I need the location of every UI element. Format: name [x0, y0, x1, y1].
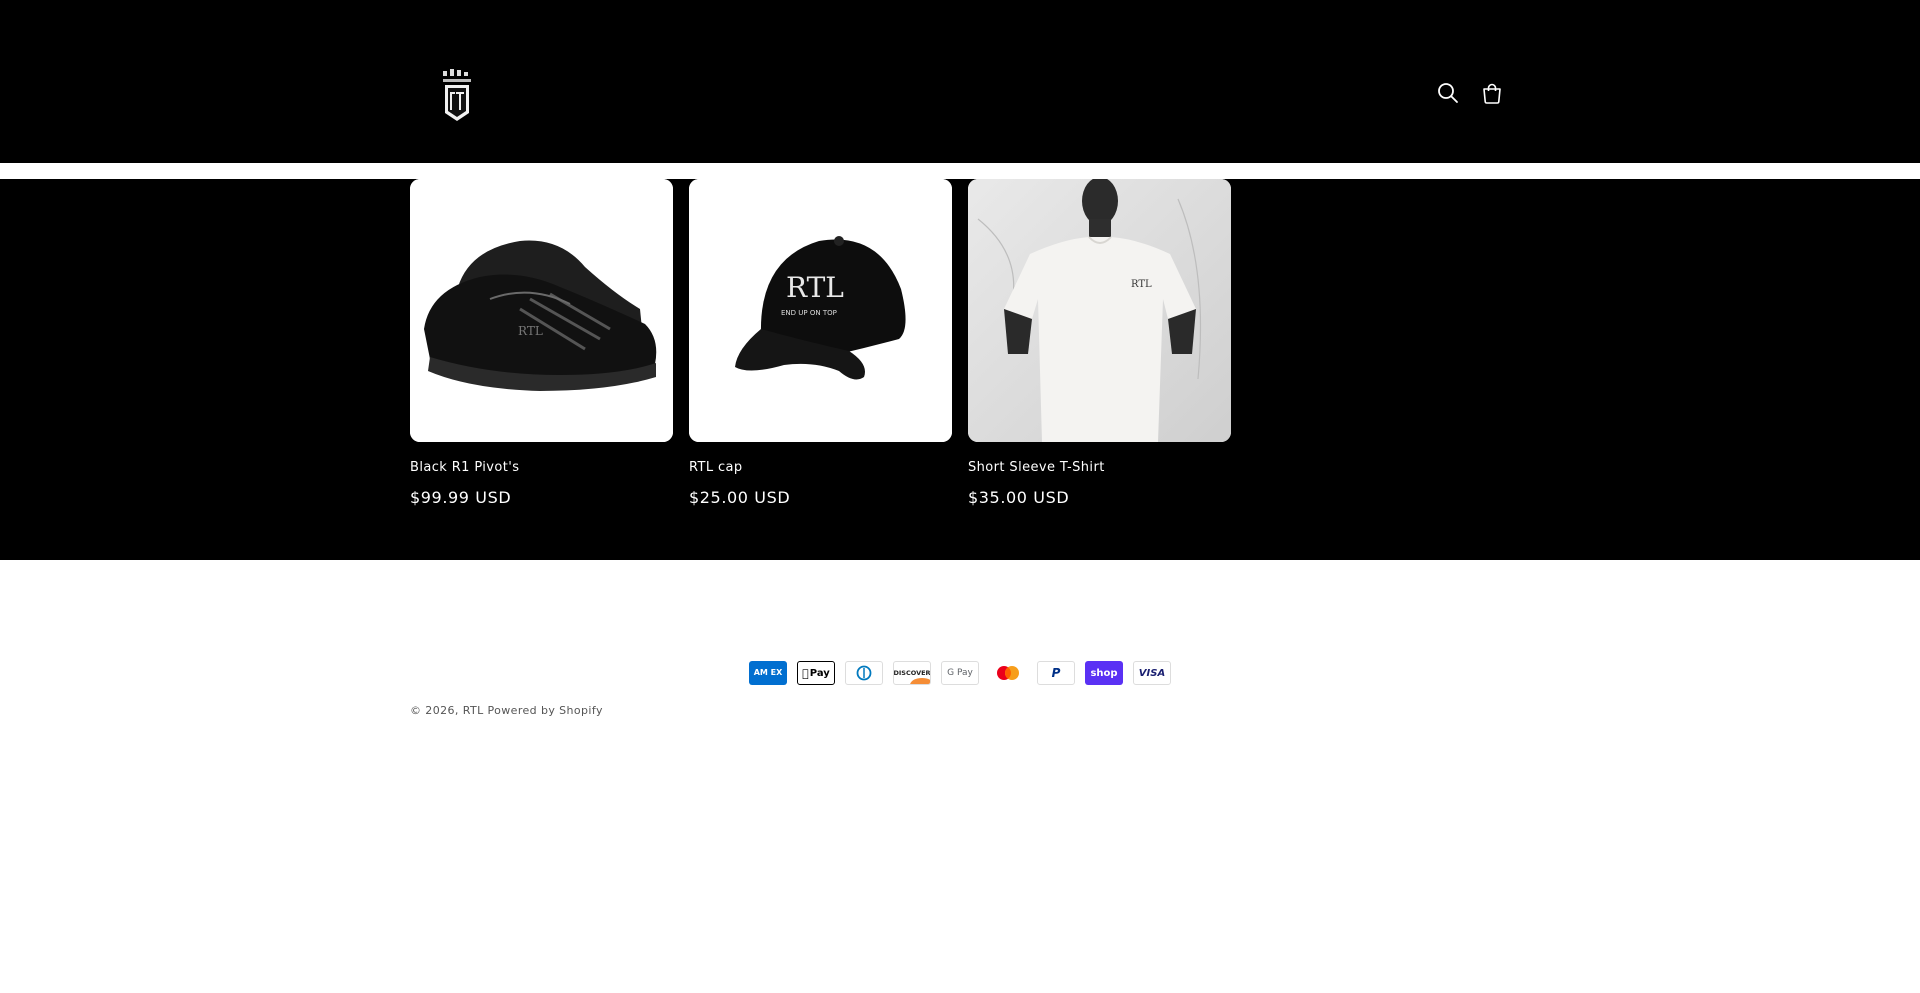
cart-icon: [1483, 83, 1501, 104]
paypal-icon: P: [1037, 661, 1075, 685]
svg-text:RTL: RTL: [1131, 279, 1152, 290]
product-title[interactable]: Short Sleeve T-Shirt: [968, 460, 1231, 476]
store-name-link[interactable]: RTL: [463, 704, 484, 717]
copyright: © 2026, RTL Powered by Shopify: [410, 704, 603, 718]
apple-pay-label: Pay: [806, 667, 830, 679]
paypal-label: P: [1051, 666, 1061, 680]
powered-by-shopify-link[interactable]: Powered by Shopify: [488, 704, 603, 717]
diners-club-logo: [856, 665, 872, 681]
product-price: $99.99 USD: [410, 488, 512, 507]
search-button[interactable]: [1435, 80, 1461, 106]
product-title[interactable]: RTL cap: [689, 460, 952, 476]
cap-image: RTL END UP ON TOP: [689, 179, 952, 442]
cart-button[interactable]: [1479, 80, 1505, 106]
amex-label: AM EX: [753, 668, 783, 677]
mastercard-icon: [989, 661, 1027, 685]
discover-label: DISCOVER: [893, 669, 931, 677]
product-grid: RTL Black R1 Pivot's $99.99 USD RTL END …: [0, 179, 1920, 560]
product-title[interactable]: Black R1 Pivot's: [410, 460, 673, 476]
shop-pay-label: shop: [1090, 667, 1118, 679]
tshirt-image: RTL: [968, 179, 1231, 442]
rtl-crest-logo: [443, 69, 471, 121]
payment-methods: AM EX Pay DISCOVER G Pay P: [749, 661, 1171, 685]
site-footer: AM EX Pay DISCOVER G Pay P: [0, 560, 1920, 993]
search-icon: [1438, 83, 1458, 103]
copyright-prefix: © 2026,: [410, 704, 459, 717]
visa-label: VISA: [1138, 667, 1166, 679]
product-image-white-tshirt[interactable]: RTL: [968, 179, 1231, 442]
amex-icon: AM EX: [749, 661, 787, 685]
section-divider: [0, 163, 1920, 179]
product-image-black-cap[interactable]: RTL END UP ON TOP: [689, 179, 952, 442]
diners-club-icon: [845, 661, 883, 685]
svg-text:RTL: RTL: [518, 324, 543, 338]
svg-text:END UP ON TOP: END UP ON TOP: [781, 309, 837, 317]
store-logo[interactable]: [442, 65, 472, 123]
sneaker-image: RTL: [410, 179, 673, 442]
product-price: $35.00 USD: [968, 488, 1070, 507]
product-card[interactable]: RTL Black R1 Pivot's $99.99 USD: [410, 179, 673, 508]
product-card[interactable]: RTL Short Sleeve T-Shirt $35.00 USD: [968, 179, 1231, 508]
shop-pay-icon: shop: [1085, 661, 1123, 685]
product-image-black-sneaker[interactable]: RTL: [410, 179, 673, 442]
google-pay-label: G Pay: [947, 668, 973, 678]
product-price: $25.00 USD: [689, 488, 791, 507]
discover-icon: DISCOVER: [893, 661, 931, 685]
svg-text:RTL: RTL: [786, 271, 844, 304]
mastercard-logo: [997, 666, 1019, 680]
google-pay-icon: G Pay: [941, 661, 979, 685]
visa-icon: VISA: [1133, 661, 1171, 685]
product-card[interactable]: RTL END UP ON TOP RTL cap $25.00 USD: [689, 179, 952, 508]
apple-pay-icon: Pay: [797, 661, 835, 685]
site-header: [0, 0, 1920, 163]
